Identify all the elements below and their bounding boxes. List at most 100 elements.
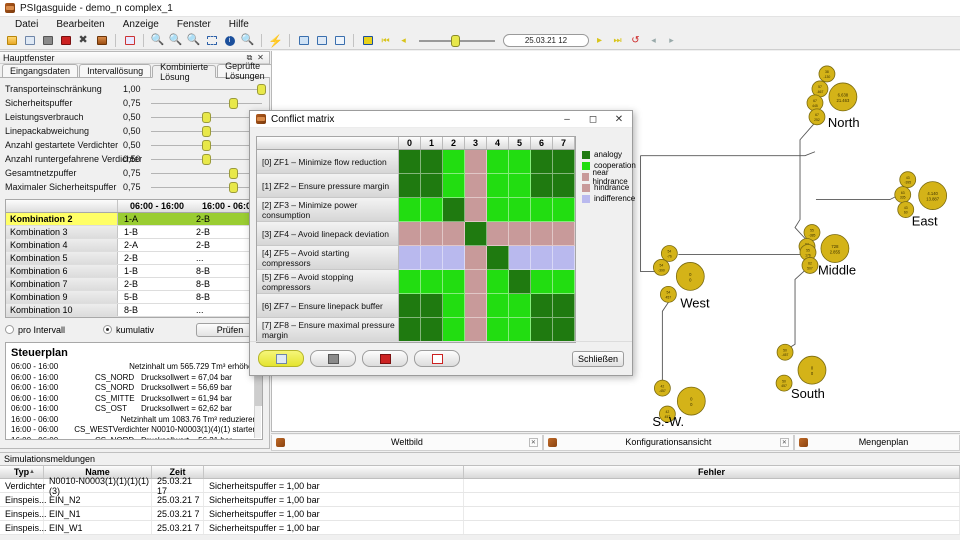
matrix-cell[interactable] — [487, 270, 509, 294]
slider-track[interactable] — [151, 167, 262, 179]
table-row[interactable]: Kombination 5 2-B... — [6, 252, 262, 265]
table-row[interactable]: Kombination 4 2-A 2-B — [6, 239, 262, 252]
close-icon[interactable]: ✕ — [606, 111, 632, 128]
fit-icon[interactable] — [204, 33, 219, 48]
tab-3[interactable]: Geprüfte Lösungen — [217, 61, 273, 81]
matrix-cell[interactable] — [553, 294, 575, 318]
minimize-icon[interactable]: – — [554, 111, 580, 128]
slider-knob[interactable] — [229, 167, 239, 179]
matrix-cell[interactable] — [487, 150, 509, 174]
lightning-icon[interactable]: ⚡ — [268, 33, 283, 48]
matrix-cell[interactable] — [509, 246, 531, 270]
matrix-cell[interactable] — [531, 198, 553, 222]
matrix-cell[interactable] — [487, 318, 509, 342]
matrix-cell[interactable] — [509, 270, 531, 294]
matrix-cell[interactable] — [399, 198, 421, 222]
matrix-cell[interactable] — [531, 294, 553, 318]
table-row[interactable]: Kombination 6 1-B 8-B — [6, 265, 262, 278]
table-row[interactable]: Kombination 3 1-B 2-B — [6, 226, 262, 239]
diagonal-icon[interactable] — [314, 33, 329, 48]
matrix-cell[interactable] — [421, 270, 443, 294]
slider-track[interactable] — [151, 153, 262, 165]
print-icon[interactable] — [310, 350, 356, 367]
table-row[interactable]: Kombination 7 2-B 8-B — [6, 278, 262, 291]
slider-track[interactable] — [151, 97, 262, 109]
play-icon[interactable]: ▸ — [592, 33, 607, 48]
slider-knob[interactable] — [201, 139, 211, 151]
matrix-cell[interactable] — [465, 270, 487, 294]
tab-2[interactable]: Kombinierte Lösung — [152, 62, 217, 82]
zoom-in-icon[interactable]: 🔍 — [150, 33, 165, 48]
matrix-cell[interactable] — [465, 174, 487, 198]
matrix-cell[interactable] — [531, 318, 553, 342]
radio-kumulativ[interactable] — [103, 325, 113, 334]
matrix-cell[interactable] — [531, 270, 553, 294]
col-header-day[interactable]: 06:00 - 16:00 — [118, 200, 190, 212]
matrix-cell[interactable] — [531, 150, 553, 174]
export-table-icon[interactable] — [414, 350, 460, 367]
matrix-cell[interactable] — [553, 318, 575, 342]
col-header-fehler[interactable]: Fehler — [464, 466, 960, 478]
matrix-cell[interactable] — [531, 174, 553, 198]
matrix-cell[interactable] — [553, 270, 575, 294]
col-header-message[interactable] — [204, 466, 464, 478]
tab-0[interactable]: Eingangsdaten — [2, 64, 79, 77]
matrix-cell[interactable] — [399, 270, 421, 294]
matrix-cell[interactable] — [421, 174, 443, 198]
exit-icon[interactable] — [94, 33, 109, 48]
matrix-cell[interactable] — [487, 174, 509, 198]
print-icon[interactable] — [40, 33, 55, 48]
zoom-area-icon[interactable]: 🔍 — [240, 33, 255, 48]
matrix-cell[interactable] — [443, 198, 465, 222]
matrix-cell[interactable] — [509, 294, 531, 318]
matrix-cell[interactable] — [421, 294, 443, 318]
matrix-cell[interactable] — [509, 198, 531, 222]
matrix-cell[interactable] — [509, 150, 531, 174]
matrix-cell[interactable] — [421, 222, 443, 246]
matrix-cell[interactable] — [399, 294, 421, 318]
matrix-cell[interactable] — [443, 150, 465, 174]
col-header-name[interactable]: Name — [44, 466, 152, 478]
matrix-cell[interactable] — [553, 246, 575, 270]
matrix-cell[interactable] — [465, 150, 487, 174]
document-tab[interactable]: Mengenplan — [793, 434, 960, 451]
radio-pro-intervall[interactable] — [5, 325, 14, 334]
matrix-cell[interactable] — [487, 198, 509, 222]
matrix-cell[interactable] — [553, 150, 575, 174]
matrix-cell[interactable] — [399, 246, 421, 270]
play-back-icon[interactable]: ◂ — [396, 33, 411, 48]
export-pdf-icon[interactable] — [362, 350, 408, 367]
col-header-zeit[interactable]: Zeit — [152, 466, 204, 478]
maximize-icon[interactable]: ◻ — [580, 111, 606, 128]
tools-icon[interactable]: ✖ — [76, 33, 91, 48]
step-play-icon[interactable] — [360, 33, 375, 48]
matrix-cell[interactable] — [465, 198, 487, 222]
close-icon[interactable]: ✕ — [779, 437, 789, 447]
zoom-reset-icon[interactable]: 🔍 — [186, 33, 201, 48]
slider-knob[interactable] — [229, 97, 239, 109]
matrix-cell[interactable] — [421, 246, 443, 270]
matrix-cell[interactable] — [487, 222, 509, 246]
time-slider-knob[interactable] — [451, 34, 460, 47]
matrix-cell[interactable] — [443, 246, 465, 270]
matrix-cell[interactable] — [465, 318, 487, 342]
date-field[interactable]: 25.03.21 12 — [503, 34, 589, 47]
info-icon[interactable]: i — [222, 33, 237, 48]
matrix-cell[interactable] — [443, 174, 465, 198]
time-slider[interactable] — [419, 34, 495, 47]
matrix-cell[interactable] — [509, 318, 531, 342]
col-header-typ[interactable]: Typ ▲ — [0, 466, 44, 478]
skip-end-icon[interactable]: ⏭ — [610, 33, 625, 48]
close-icon[interactable]: ✕ — [528, 437, 538, 447]
table-row[interactable]: Einspeis... EIN_N2 25.03.21 7 Sicherheitspu… — [0, 493, 960, 507]
next-marker-icon[interactable]: ▸ — [664, 33, 679, 48]
matrix-cell[interactable] — [465, 294, 487, 318]
table-row[interactable]: Kombination 9 5-B 8-B — [6, 291, 262, 304]
matrix-cell[interactable] — [399, 222, 421, 246]
matrix-cell[interactable] — [531, 246, 553, 270]
matrix-cell[interactable] — [421, 150, 443, 174]
menu-item-bearbeiten[interactable]: Bearbeiten — [47, 18, 113, 31]
table-row[interactable]: Kombination 10 8-B... — [6, 304, 262, 317]
matrix-cell[interactable] — [443, 318, 465, 342]
view-wide-icon[interactable] — [332, 33, 347, 48]
